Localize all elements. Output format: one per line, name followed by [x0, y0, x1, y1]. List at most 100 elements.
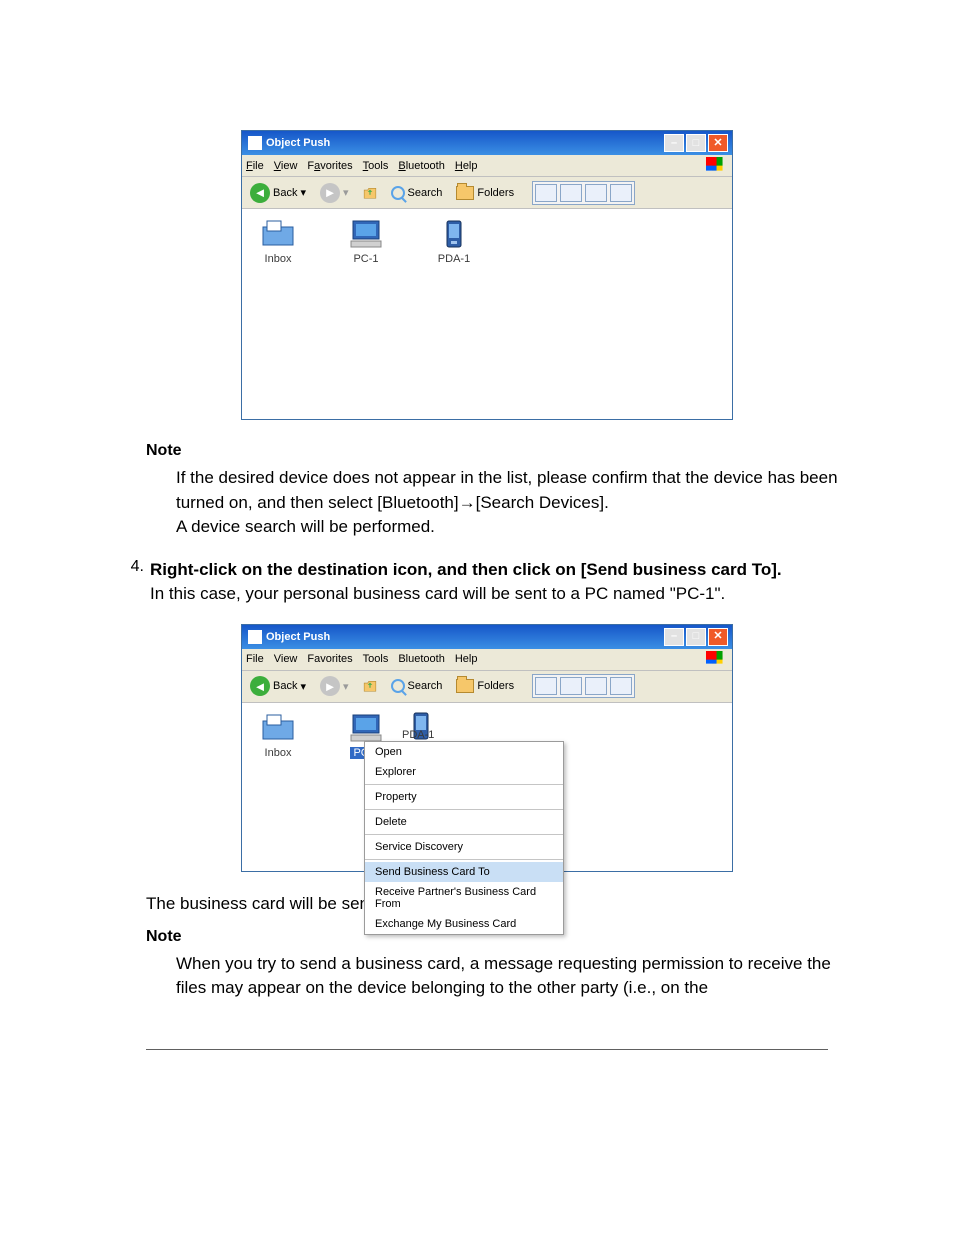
- ctx-delete[interactable]: Delete: [365, 812, 563, 832]
- menubar: File View Favorites Tools Bluetooth Help: [242, 649, 732, 671]
- search-button[interactable]: Search: [387, 184, 447, 202]
- folders-button[interactable]: Folders: [452, 184, 518, 202]
- forward-dropdown-icon: ▾: [343, 186, 349, 199]
- view-buttons-group: [532, 674, 635, 698]
- ctx-open[interactable]: Open: [365, 742, 563, 762]
- item-pda1-label: PDA-1: [426, 253, 482, 265]
- content-area: Inbox PC-1 PDA-1 Open Explorer Propert: [242, 703, 732, 871]
- forward-button[interactable]: ► ▾: [316, 181, 353, 205]
- folder-icon: [456, 186, 474, 200]
- page-divider: [146, 1049, 828, 1050]
- view-button-3[interactable]: [585, 677, 607, 695]
- maximize-button[interactable]: □: [686, 134, 706, 152]
- ctx-divider: [365, 859, 563, 860]
- ctx-explorer[interactable]: Explorer: [365, 762, 563, 782]
- ctx-service-discovery[interactable]: Service Discovery: [365, 837, 563, 857]
- step4-number: 4.: [118, 558, 144, 606]
- item-pc1[interactable]: PC-1: [338, 219, 394, 265]
- ctx-divider: [365, 784, 563, 785]
- menu-file[interactable]: File: [246, 160, 264, 172]
- back-arrow-icon: ◄: [250, 676, 270, 696]
- folder-icon: [456, 679, 474, 693]
- up-button[interactable]: [359, 676, 381, 696]
- inbox-icon: [250, 713, 306, 743]
- step-4: 4. Right-click on the destination icon, …: [118, 558, 864, 606]
- view-button-4[interactable]: [610, 184, 632, 202]
- up-button[interactable]: [359, 183, 381, 203]
- close-button[interactable]: ✕: [708, 628, 728, 646]
- menu-help[interactable]: Help: [455, 653, 478, 665]
- window-icon: [248, 630, 262, 644]
- menu-bluetooth[interactable]: Bluetooth: [398, 160, 445, 172]
- folders-button[interactable]: Folders: [452, 677, 518, 695]
- toolbar: ◄ Back ▾ ► ▾ Search Folders: [242, 177, 732, 209]
- item-pda1[interactable]: PDA-1: [426, 219, 482, 265]
- menu-favorites[interactable]: Favorites: [307, 653, 352, 665]
- menu-file[interactable]: File: [246, 653, 264, 665]
- context-menu: Open Explorer Property Delete Service Di…: [364, 741, 564, 935]
- item-inbox-label: Inbox: [250, 253, 306, 265]
- maximize-button[interactable]: □: [686, 628, 706, 646]
- ctx-exchange-business-card[interactable]: Exchange My Business Card: [365, 914, 563, 934]
- titlebar: Object Push – □ ✕: [242, 131, 732, 155]
- forward-dropdown-icon: ▾: [343, 680, 349, 693]
- back-button[interactable]: ◄ Back ▾: [246, 181, 310, 205]
- note1-line1: If the desired device does not appear in…: [176, 468, 838, 512]
- ctx-property[interactable]: Property: [365, 787, 563, 807]
- forward-arrow-icon: ►: [320, 676, 340, 696]
- back-arrow-icon: ◄: [250, 183, 270, 203]
- note-heading-1: Note: [146, 442, 864, 460]
- up-folder-icon: [363, 183, 377, 203]
- search-label: Search: [408, 187, 443, 199]
- view-button-2[interactable]: [560, 677, 582, 695]
- window-title: Object Push: [266, 137, 330, 149]
- windows-logo-icon: [706, 651, 728, 669]
- search-button[interactable]: Search: [387, 677, 447, 695]
- item-pc1-label: PC-1: [338, 253, 394, 265]
- forward-button[interactable]: ► ▾: [316, 674, 353, 698]
- back-label: Back: [273, 187, 297, 199]
- note1-line2: A device search will be performed.: [176, 517, 435, 536]
- explorer-window-2: Object Push – □ ✕ File View Favorites To…: [241, 624, 733, 872]
- forward-arrow-icon: ►: [320, 183, 340, 203]
- item-inbox[interactable]: Inbox: [250, 713, 306, 759]
- content-area: Inbox PC-1 PDA-1: [242, 209, 732, 419]
- menubar: File View Favorites Tools Bluetooth Help: [242, 155, 732, 177]
- menu-help[interactable]: Help: [455, 160, 478, 172]
- menu-tools[interactable]: Tools: [363, 653, 389, 665]
- note-body-1: If the desired device does not appear in…: [176, 466, 864, 540]
- back-dropdown-icon: ▾: [300, 186, 306, 199]
- windows-logo-icon: [706, 157, 728, 175]
- menu-favorites[interactable]: Favorites: [307, 160, 352, 172]
- back-button[interactable]: ◄ Back ▾: [246, 674, 310, 698]
- ctx-receive-business-card[interactable]: Receive Partner's Business Card From: [365, 882, 563, 914]
- view-button-2[interactable]: [560, 184, 582, 202]
- pc-icon: [338, 219, 394, 249]
- pda-icon: [426, 219, 482, 249]
- item-pda1-label-partial: PDA-1: [402, 729, 434, 741]
- view-button-1[interactable]: [535, 677, 557, 695]
- item-inbox-label: Inbox: [250, 747, 306, 759]
- item-inbox[interactable]: Inbox: [250, 219, 306, 265]
- search-icon: [391, 186, 405, 200]
- up-folder-icon: [363, 676, 377, 696]
- window-icon: [248, 136, 262, 150]
- close-button[interactable]: ✕: [708, 134, 728, 152]
- view-button-3[interactable]: [585, 184, 607, 202]
- ctx-send-business-card[interactable]: Send Business Card To: [365, 862, 563, 882]
- view-button-4[interactable]: [610, 677, 632, 695]
- step4-bold: Right-click on the destination icon, and…: [150, 560, 782, 579]
- menu-view[interactable]: View: [274, 160, 298, 172]
- titlebar: Object Push – □ ✕: [242, 625, 732, 649]
- minimize-button[interactable]: –: [664, 134, 684, 152]
- explorer-window-1: Object Push – □ ✕ File View Favorites To…: [241, 130, 733, 420]
- folders-label: Folders: [477, 187, 514, 199]
- menu-view[interactable]: View: [274, 653, 298, 665]
- menu-bluetooth[interactable]: Bluetooth: [398, 653, 444, 665]
- minimize-button[interactable]: –: [664, 628, 684, 646]
- window-title: Object Push: [266, 631, 330, 643]
- inbox-icon: [250, 219, 306, 249]
- view-button-1[interactable]: [535, 184, 557, 202]
- search-icon: [391, 679, 405, 693]
- menu-tools[interactable]: Tools: [363, 160, 389, 172]
